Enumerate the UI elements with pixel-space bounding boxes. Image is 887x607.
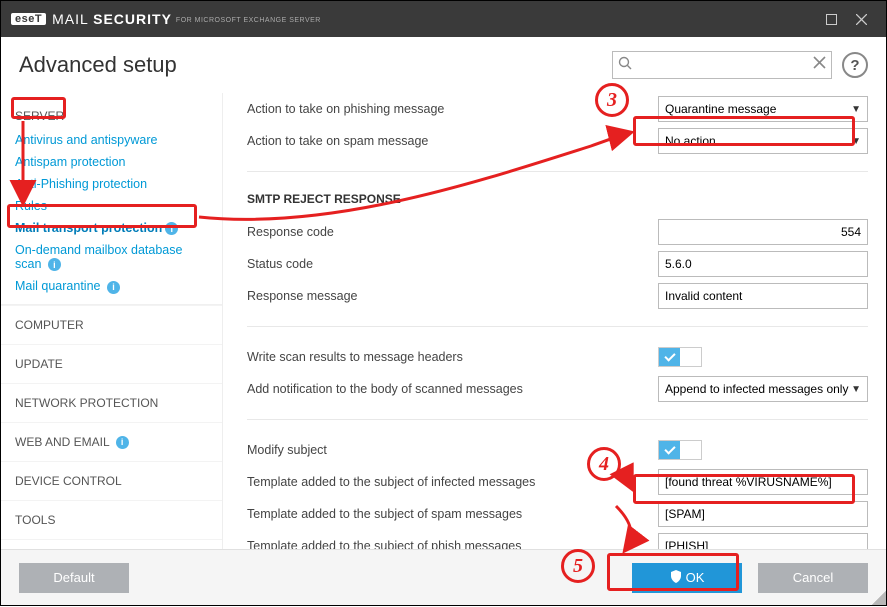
footer: Default OK Cancel — [1, 549, 886, 605]
logo-badge: eseT — [11, 13, 46, 25]
sidebar-server-section: SERVER Antivirus and antispyware Antispa… — [1, 93, 222, 305]
info-badge-icon: i — [48, 258, 61, 271]
select-spam-action[interactable]: No action▼ — [658, 128, 868, 154]
sidebar-item-mail-transport[interactable]: Mail transport protectioni — [15, 217, 208, 239]
sidebar-head-server[interactable]: SERVER — [15, 103, 208, 129]
toggle-modify-subject[interactable] — [658, 440, 702, 460]
info-badge-icon: i — [165, 222, 178, 235]
content-panel: Action to take on phishing message Quara… — [223, 93, 886, 549]
select-phishing-action[interactable]: Quarantine message▼ — [658, 96, 868, 122]
topbar: Advanced setup ? — [1, 37, 886, 93]
label-response-code: Response code — [247, 225, 658, 239]
logo-text: MAIL SECURITY — [52, 11, 172, 27]
input-response-msg[interactable] — [658, 283, 868, 309]
select-add-notif[interactable]: Append to infected messages only▼ — [658, 376, 868, 402]
default-button[interactable]: Default — [19, 563, 129, 593]
window-maximize-icon[interactable] — [816, 7, 846, 31]
sidebar-cat-webemail[interactable]: WEB AND EMAIL i — [1, 423, 222, 462]
window-close-icon[interactable] — [846, 7, 876, 31]
sidebar-cat-computer[interactable]: COMPUTER — [1, 305, 222, 345]
sidebar-item-antivirus[interactable]: Antivirus and antispyware — [15, 129, 208, 151]
clear-search-icon[interactable] — [813, 56, 826, 74]
shield-icon — [670, 570, 682, 586]
sidebar-item-antiphishing[interactable]: Anti-Phishing protection — [15, 173, 208, 195]
search-icon — [618, 56, 633, 76]
section-title-smtp: SMTP REJECT RESPONSE — [247, 186, 868, 216]
label-spam-action: Action to take on spam message — [247, 134, 658, 148]
search-input[interactable] — [612, 51, 832, 79]
titlebar: eseT MAIL SECURITY FOR MICROSOFT EXCHANG… — [1, 1, 886, 37]
ok-button[interactable]: OK — [632, 563, 742, 593]
chevron-down-icon: ▼ — [851, 384, 861, 395]
sidebar-cat-network[interactable]: NETWORK PROTECTION — [1, 384, 222, 423]
help-button[interactable]: ? — [842, 52, 868, 78]
input-status-code[interactable] — [658, 251, 868, 277]
label-modify-subject: Modify subject — [247, 443, 658, 457]
label-tpl-infected: Template added to the subject of infecte… — [247, 475, 658, 489]
cancel-button[interactable]: Cancel — [758, 563, 868, 593]
logo-subtext: FOR MICROSOFT EXCHANGE SERVER — [176, 17, 321, 24]
label-write-headers: Write scan results to message headers — [247, 350, 658, 364]
chevron-down-icon: ▼ — [851, 136, 861, 147]
input-tpl-infected[interactable] — [658, 469, 868, 495]
info-badge-icon: i — [116, 436, 129, 449]
page-corner-shadow — [872, 591, 886, 605]
label-tpl-spam: Template added to the subject of spam me… — [247, 507, 658, 521]
sidebar-cat-tools[interactable]: TOOLS — [1, 501, 222, 540]
page-title: Advanced setup — [19, 52, 612, 78]
label-add-notif: Add notification to the body of scanned … — [247, 382, 658, 396]
label-response-msg: Response message — [247, 289, 658, 303]
input-tpl-spam[interactable] — [658, 501, 868, 527]
label-tpl-phish: Template added to the subject of phish m… — [247, 539, 658, 549]
sidebar-cat-update[interactable]: UPDATE — [1, 345, 222, 384]
input-tpl-phish[interactable] — [658, 533, 868, 549]
sidebar: SERVER Antivirus and antispyware Antispa… — [1, 93, 223, 549]
toggle-write-headers[interactable] — [658, 347, 702, 367]
sidebar-item-mail-quarantine[interactable]: Mail quarantine i — [15, 275, 208, 297]
chevron-down-icon: ▼ — [851, 104, 861, 115]
input-response-code[interactable] — [658, 219, 868, 245]
label-phishing-action: Action to take on phishing message — [247, 102, 658, 116]
label-status-code: Status code — [247, 257, 658, 271]
sidebar-cat-device[interactable]: DEVICE CONTROL — [1, 462, 222, 501]
search-wrap — [612, 51, 832, 79]
sidebar-cat-ui[interactable]: USER INTERFACE — [1, 540, 222, 549]
sidebar-item-ondemand-scan[interactable]: On-demand mailbox database scan i — [15, 239, 208, 275]
sidebar-item-antispam[interactable]: Antispam protection — [15, 151, 208, 173]
app-logo: eseT MAIL SECURITY FOR MICROSOFT EXCHANG… — [11, 11, 816, 27]
sidebar-item-rules[interactable]: Rules — [15, 195, 208, 217]
info-badge-icon: i — [107, 281, 120, 294]
